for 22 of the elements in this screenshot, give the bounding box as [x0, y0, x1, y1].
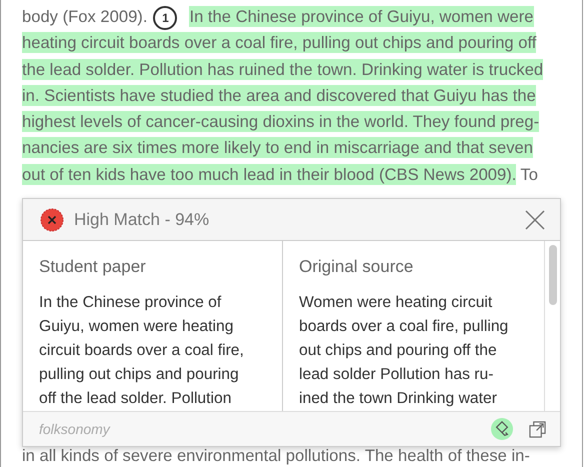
document-text: To — [520, 164, 538, 184]
match-text: Women were heating circuit boards over a coal fire, pulling out chips and pouring off the lead solder Pollution has ru- ined the town Drinking water — [299, 293, 510, 409]
document-text: In the Chinese province of Guiyu, women were — [189, 6, 534, 27]
document-text: nancies are six times more likely to end in miscarriage and that seven — [22, 137, 533, 158]
document-text: in all kinds of severe environmental pollutions. The health of these in- — [22, 446, 530, 466]
document-text: heating circuit boards over a coal fire, pulling out chips and pouring off — [22, 32, 536, 54]
expand-icon[interactable] — [529, 420, 546, 438]
scrollbar-thumb[interactable] — [549, 245, 557, 305]
document-text: out of ten kids have too much lead in their blood (CBS News 2009). — [22, 164, 516, 185]
match-text: In the Chinese province of Guiyu, women were heating circuit boards over a coal fire, pulling out chips and pouring off the lead solder. Pollution — [39, 293, 245, 409]
close-icon[interactable] — [525, 210, 545, 230]
column-heading: Student paper — [39, 257, 147, 277]
document-text: highest levels of cancer-causing dioxins in the world. They found preg- — [22, 111, 540, 132]
tag-label: folksonomy — [39, 421, 112, 437]
document-text: the lead solder. Pollution has ruined the town. Drinking water is trucked — [22, 58, 544, 80]
column-heading: Original source — [299, 257, 414, 277]
highlighter-button[interactable] — [491, 418, 513, 440]
error-icon — [40, 208, 64, 232]
match-title: High Match - 94% — [74, 210, 210, 230]
document-text: body (Fox 2009). — [22, 7, 148, 26]
footnote-marker[interactable]: 1 — [153, 6, 178, 30]
document-text: in. Scientists have studied the area and discovered that Guiyu has the — [22, 84, 536, 106]
